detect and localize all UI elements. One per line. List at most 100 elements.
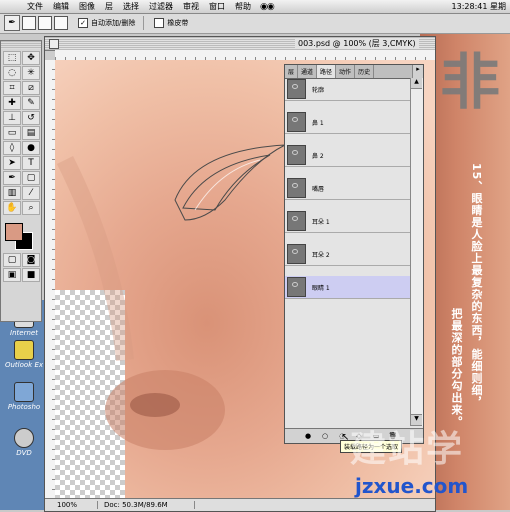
desktop-icon-photoshop[interactable]: Photosho [4, 382, 44, 411]
menu-file[interactable]: 文件 [22, 1, 48, 12]
path-row-lips[interactable]: 嘴唇 [285, 177, 411, 200]
quick-mask-mode-icon[interactable]: ◙ [22, 253, 40, 267]
path-thumbnail [287, 244, 306, 264]
path-name: 鼻 1 [312, 119, 324, 127]
screen-mode-full-icon[interactable]: ■ [22, 268, 40, 282]
path-row-outline[interactable]: 轮廓 [285, 78, 411, 101]
menu-view[interactable]: 审视 [178, 1, 204, 12]
screen-mode-standard-icon[interactable]: ▣ [3, 268, 21, 282]
healing-brush-tool-icon[interactable]: ✚ [3, 96, 21, 110]
rubber-band-checkbox[interactable] [154, 18, 165, 28]
document-size[interactable]: Doc: 50.3M/89.6M [98, 501, 195, 509]
path-thumbnail [287, 112, 306, 132]
eye-path-inner[interactable] [182, 154, 271, 211]
freeform-mode-button[interactable] [54, 16, 68, 30]
pen-tool-preset-icon[interactable]: ✒ [4, 15, 20, 31]
path-row-eye-1[interactable]: 眼睛 1 [285, 276, 411, 299]
crop-tool-icon[interactable]: ⌗ [3, 81, 21, 95]
notes-tool-icon[interactable]: ▥ [3, 186, 21, 200]
tab-actions[interactable]: 动作 [336, 65, 356, 78]
dodge-tool-icon[interactable]: ● [22, 141, 40, 155]
toolbox: ⬚ ✥ ◌ ✳ ⌗ ⧄ ✚ ✎ ⊥ ↺ ▭ ▤ ◊ ● ➤ T ✒ ▢ ▥ ⁄ … [0, 40, 42, 322]
path-name: 耳朵 1 [312, 218, 330, 226]
paths-list: 轮廓 鼻 1 鼻 2 嘴唇 耳朵 1 耳朵 2 眼睛 1 [285, 78, 411, 426]
toolbox-drag-bar[interactable] [1, 41, 41, 49]
tab-layers[interactable]: 层 [285, 65, 299, 78]
options-divider [143, 16, 145, 30]
scroll-up-arrow-icon[interactable]: ▲ [411, 78, 422, 89]
photoshop-app-icon [14, 382, 34, 402]
foreground-color-swatch[interactable] [5, 223, 23, 241]
desktop-icon-label: Outlook Ex [4, 361, 44, 369]
path-row-ear-2[interactable]: 耳朵 2 [285, 243, 411, 266]
blur-tool-icon[interactable]: ◊ [3, 141, 21, 155]
gradient-tool-icon[interactable]: ▤ [22, 126, 40, 140]
paths-palette: 层 通道 路径 动作 历史 ▸ 轮廓 鼻 1 鼻 2 嘴唇 耳朵 1 耳朵 2 [284, 64, 424, 444]
menu-layer[interactable]: 层 [100, 1, 118, 12]
stroke-path-button[interactable]: ○ [318, 431, 332, 441]
menu-help[interactable]: 帮助 [230, 1, 256, 12]
big-title-char: 非 [440, 48, 500, 118]
brush-tool-icon[interactable]: ✎ [22, 96, 40, 110]
auto-add-delete-checkbox[interactable]: ✓ [78, 18, 88, 28]
desktop-icon-label: Internet [10, 329, 38, 337]
dvd-disc-icon [14, 428, 34, 448]
document-title: 003.psd @ 100% (层 3,CMYK) [295, 38, 419, 49]
caption-line-2: 把最深的部分勾出来。 [450, 308, 463, 428]
desktop-icon-label: Photosho [7, 403, 41, 411]
menu-window[interactable]: 窗口 [204, 1, 230, 12]
close-box-icon[interactable] [49, 39, 59, 49]
path-row-nose-1[interactable]: 鼻 1 [285, 111, 411, 134]
eraser-tool-icon[interactable]: ▭ [3, 126, 21, 140]
watermark-url: jzxue.com [355, 474, 469, 498]
xeyes-icon: ◉◉ [260, 1, 275, 12]
menu-edit[interactable]: 编辑 [48, 1, 74, 12]
path-selection-tool-icon[interactable]: ➤ [3, 156, 21, 170]
zoom-tool-icon[interactable]: ⌕ [22, 201, 40, 215]
pointer-cursor-icon: ↖ [341, 432, 350, 443]
history-brush-tool-icon[interactable]: ↺ [22, 111, 40, 125]
path-mode-button[interactable] [22, 16, 36, 30]
document-titlebar[interactable]: 003.psd @ 100% (层 3,CMYK) [45, 37, 435, 51]
tool-grid: ⬚ ✥ ◌ ✳ ⌗ ⧄ ✚ ✎ ⊥ ↺ ▭ ▤ ◊ ● ➤ T ✒ ▢ ▥ ⁄ … [1, 49, 41, 217]
zoom-level[interactable]: 100% [45, 501, 98, 509]
path-name: 嘴唇 [312, 185, 325, 193]
hand-tool-icon[interactable]: ✋ [3, 201, 21, 215]
clone-stamp-tool-icon[interactable]: ⊥ [3, 111, 21, 125]
path-row-nose-2[interactable]: 鼻 2 [285, 144, 411, 167]
mail-icon [14, 340, 34, 360]
desktop-icon-dvd[interactable]: DVD [4, 428, 44, 457]
type-tool-icon[interactable]: T [22, 156, 40, 170]
lasso-tool-icon[interactable]: ◌ [3, 66, 21, 80]
nostril-shape [130, 393, 180, 417]
tab-channels[interactable]: 通道 [298, 65, 318, 78]
menu-image[interactable]: 图像 [74, 1, 100, 12]
fill-path-button[interactable]: ● [301, 431, 315, 441]
magic-wand-tool-icon[interactable]: ✳ [22, 66, 40, 80]
desktop-area: Internet Outlook Ex Photosho DVD [0, 300, 45, 510]
standard-mode-icon[interactable]: ▢ [3, 253, 21, 267]
watermark-text: 建站学 [350, 429, 465, 470]
desktop-icon-label: DVD [16, 449, 32, 457]
paths-scrollbar[interactable]: ▲ ▼ [410, 78, 423, 426]
menu-filter[interactable]: 过滤器 [144, 1, 178, 12]
pen-tool-icon[interactable]: ✒ [3, 171, 21, 185]
shape-tool-icon[interactable]: ▢ [22, 171, 40, 185]
eyedropper-tool-icon[interactable]: ⁄ [22, 186, 40, 200]
move-tool-icon[interactable]: ✥ [22, 51, 40, 65]
menu-select[interactable]: 选择 [118, 1, 144, 12]
slice-tool-icon[interactable]: ⧄ [22, 81, 40, 95]
menu-bar: 文件 编辑 图像 层 选择 过滤器 审视 窗口 帮助 ◉◉ 13:28:41 星… [0, 0, 510, 14]
shape-mode-button[interactable] [38, 16, 52, 30]
scroll-down-arrow-icon[interactable]: ▼ [411, 414, 422, 426]
nose-bridge-shading [56, 155, 134, 361]
caption-line-1: 15、眼睛是人脸上最复杂的东西，能细则细， [470, 163, 483, 409]
tab-history[interactable]: 历史 [355, 65, 375, 78]
path-row-ear-1[interactable]: 耳朵 1 [285, 210, 411, 233]
rubber-band-label: 橡皮带 [167, 19, 189, 27]
palette-menu-arrow-icon[interactable]: ▸ [412, 65, 423, 78]
path-thumbnail [287, 211, 306, 231]
tab-paths[interactable]: 路径 [317, 65, 337, 78]
desktop-icon-outlook[interactable]: Outlook Ex [4, 340, 44, 369]
marquee-tool-icon[interactable]: ⬚ [3, 51, 21, 65]
